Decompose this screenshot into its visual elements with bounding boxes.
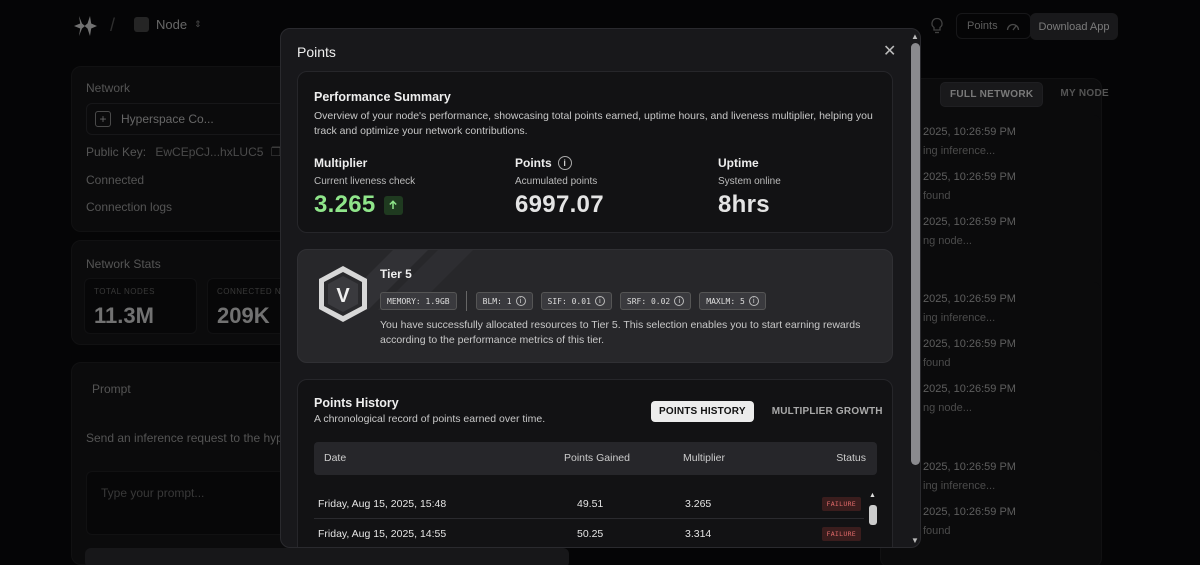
srf-badge[interactable]: SRF: 0.02 i	[619, 292, 692, 310]
info-icon: i	[515, 296, 526, 306]
uptime-metric: Uptime System online 8hrs	[718, 154, 781, 219]
tier-badges: MEMORY: 1.9GB BLM: 1i SIF: 0.01 i SRF: 0.…	[380, 291, 766, 311]
points-value: 6997.07	[515, 191, 604, 218]
points-history-description: A chronological record of points earned …	[314, 413, 546, 425]
points-history-panel: Points History A chronological record of…	[297, 379, 893, 547]
uptime-sub: System online	[718, 176, 781, 187]
points-label: Points	[515, 156, 552, 170]
table-header: Date Points Gained Multiplier Status	[314, 442, 877, 475]
arrow-up-icon	[383, 195, 403, 215]
multiplier-metric: Multiplier Current liveness check 3.265	[314, 154, 415, 219]
table-scrollbar-thumb[interactable]	[869, 505, 877, 525]
status-badge: FAILURE	[821, 527, 861, 541]
modal-scrollbar[interactable]: ▲ ▼	[909, 29, 920, 547]
cell-date: Friday, Aug 15, 2025, 14:55	[318, 528, 447, 540]
multiplier-label: Multiplier	[314, 156, 368, 170]
scrollbar-thumb[interactable]	[911, 43, 920, 465]
table-row[interactable]: Friday, Aug 15, 2025, 14:55 50.25 3.314 …	[314, 519, 864, 547]
tier-description: You have successfully allocated resource…	[380, 319, 861, 346]
tier-panel: V Tier 5 MEMORY: 1.9GB BLM: 1i SIF: 0.01…	[297, 249, 893, 363]
tier-logo-letter: V	[336, 285, 350, 307]
cell-multiplier: 3.265	[685, 498, 712, 510]
points-metric: Points i Acumulated points 6997.07	[515, 154, 604, 219]
tab-points-history[interactable]: POINTS HISTORY	[651, 401, 754, 422]
cell-multiplier: 3.314	[685, 528, 712, 540]
info-icon: i	[748, 296, 759, 306]
multiplier-sub: Current liveness check	[314, 176, 416, 187]
info-icon[interactable]: i	[557, 156, 572, 170]
info-icon: i	[674, 296, 685, 306]
badge-divider	[465, 291, 467, 311]
tier-title: Tier 5	[380, 267, 412, 281]
modal-title: Points	[297, 44, 336, 60]
uptime-label: Uptime	[718, 156, 759, 170]
multiplier-row: 3.265	[314, 191, 415, 219]
status-badge: FAILURE	[821, 497, 861, 511]
blm-badge[interactable]: BLM: 1i	[475, 292, 533, 310]
scroll-up-arrow-icon[interactable]: ▲	[911, 32, 919, 41]
tab-multiplier-growth[interactable]: MULTIPLIER GROWTH	[764, 401, 891, 422]
points-label-row: Points i	[515, 154, 604, 172]
scroll-down-arrow-icon[interactable]: ▼	[911, 536, 919, 545]
performance-summary-panel: Performance Summary Overview of your nod…	[297, 71, 893, 233]
uptime-value: 8hrs	[718, 191, 770, 218]
points-history-title: Points History	[314, 396, 399, 410]
column-header-status[interactable]: Status	[836, 442, 866, 475]
sif-badge[interactable]: SIF: 0.01 i	[540, 292, 612, 310]
tier-shield-icon: V	[319, 266, 367, 322]
performance-summary-title: Performance Summary	[314, 90, 451, 104]
cell-points: 50.25	[577, 528, 604, 540]
column-header-date[interactable]: Date	[324, 442, 346, 475]
scroll-up-arrow-icon[interactable]: ▲	[869, 492, 876, 499]
memory-badge: MEMORY: 1.9GB	[380, 292, 457, 310]
cell-date: Friday, Aug 15, 2025, 15:48	[318, 498, 447, 510]
close-icon[interactable]: ✕	[883, 41, 896, 61]
maxlm-badge[interactable]: MAXLM: 5i	[699, 292, 766, 310]
info-icon: i	[594, 296, 605, 306]
table-scrollbar[interactable]: ▲	[867, 492, 879, 547]
table-row[interactable]: Friday, Aug 15, 2025, 15:48 49.51 3.265 …	[314, 489, 864, 519]
column-header-points[interactable]: Points Gained	[564, 442, 630, 475]
multiplier-value: 3.265	[314, 191, 376, 218]
points-modal: Points ✕ ▲ ▼ Performance Summary Overvie…	[280, 28, 921, 548]
history-tabs: POINTS HISTORY MULTIPLIER GROWTH	[651, 401, 891, 422]
cell-points: 49.51	[577, 498, 604, 510]
points-sub: Acumulated points	[515, 176, 598, 187]
performance-summary-description: Overview of your node's performance, sho…	[314, 110, 873, 137]
column-header-multiplier[interactable]: Multiplier	[683, 442, 725, 475]
